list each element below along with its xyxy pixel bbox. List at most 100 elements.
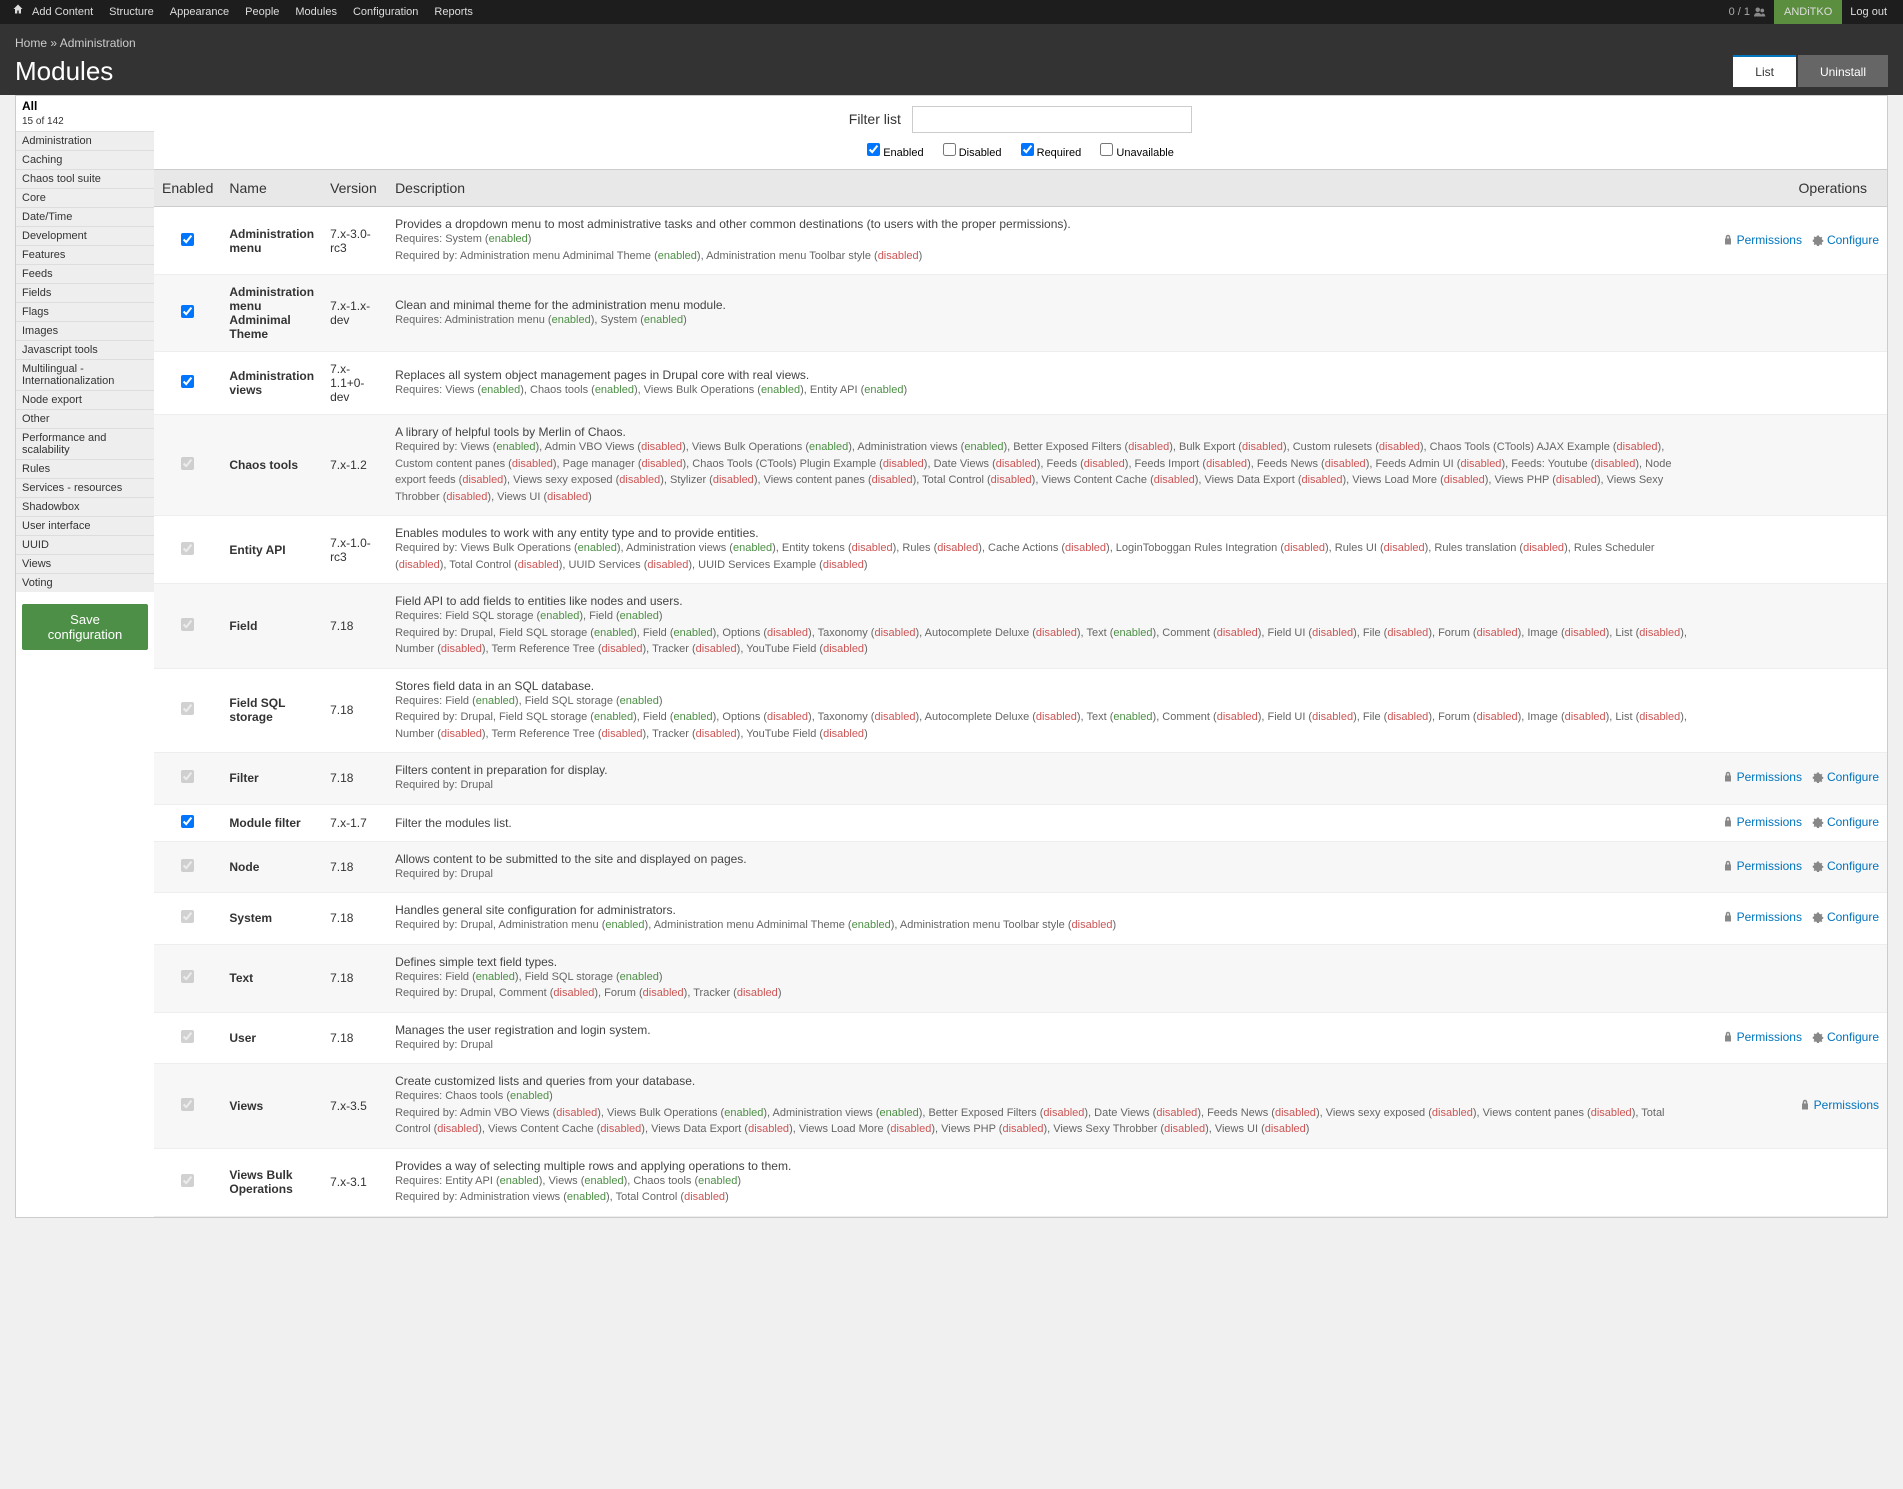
module-version: 7.18 [322, 1012, 387, 1064]
sidebar-item-views[interactable]: Views [16, 554, 154, 573]
module-version: 7.18 [322, 841, 387, 893]
configure-link[interactable]: Configure [1812, 910, 1879, 924]
module-version: 7.x-1.0-rc3 [322, 516, 387, 584]
permissions-link[interactable]: Permissions [1722, 815, 1802, 829]
filter-input[interactable] [912, 106, 1192, 133]
table-row: Chaos tools 7.x-1.2 A library of helpful… [154, 415, 1887, 516]
module-description: Handles general site configuration for a… [395, 903, 1696, 917]
sidebar-item-date-time[interactable]: Date/Time [16, 207, 154, 226]
sidebar-item-node-export[interactable]: Node export [16, 390, 154, 409]
toolbar-link-appearance[interactable]: Appearance [162, 0, 237, 24]
sidebar-count: 15 of 142 [16, 116, 154, 131]
sidebar-item-multilingual-internationalization[interactable]: Multilingual - Internationalization [16, 359, 154, 390]
cb-unavailable[interactable]: Unavailable [1100, 147, 1174, 159]
toolbar-counter: 0 / 1 [1729, 6, 1766, 18]
module-name: System [221, 893, 322, 945]
module-operations [1704, 415, 1887, 516]
toolbar-link-add-content[interactable]: Add Content [24, 0, 101, 24]
enable-checkbox [181, 1098, 194, 1111]
permissions-link[interactable]: Permissions [1722, 770, 1802, 784]
toolbar-link-reports[interactable]: Reports [426, 0, 481, 24]
module-requires: Required by: Views (enabled), Admin VBO … [395, 439, 1696, 505]
sidebar-item-services-resources[interactable]: Services - resources [16, 478, 154, 497]
module-name: Views [221, 1064, 322, 1149]
table-row: Field 7.18 Field API to add fields to en… [154, 584, 1887, 669]
table-row: Administration menu Adminimal Theme 7.x-… [154, 275, 1887, 352]
enable-checkbox[interactable] [181, 815, 194, 828]
sidebar-item-chaos-tool-suite[interactable]: Chaos tool suite [16, 169, 154, 188]
sidebar-all[interactable]: All [16, 96, 154, 116]
sidebar-item-caching[interactable]: Caching [16, 150, 154, 169]
permissions-link[interactable]: Permissions [1722, 859, 1802, 873]
sidebar-item-rules[interactable]: Rules [16, 459, 154, 478]
configure-link[interactable]: Configure [1812, 1030, 1879, 1044]
sidebar-item-administration[interactable]: Administration [16, 131, 154, 150]
toolbar-link-configuration[interactable]: Configuration [345, 0, 426, 24]
module-requires: Required by: Drupal [395, 777, 1696, 794]
sidebar-item-uuid[interactable]: UUID [16, 535, 154, 554]
enable-checkbox [181, 970, 194, 983]
module-requires: Required by: Drupal [395, 1037, 1696, 1054]
cb-required[interactable]: Required [1021, 147, 1082, 159]
th-enabled: Enabled [154, 170, 221, 207]
permissions-link[interactable]: Permissions [1722, 910, 1802, 924]
table-row: Field SQL storage 7.18 Stores field data… [154, 668, 1887, 753]
permissions-link[interactable]: Permissions [1722, 233, 1802, 247]
sidebar-item-other[interactable]: Other [16, 409, 154, 428]
configure-link[interactable]: Configure [1812, 770, 1879, 784]
module-description: Manages the user registration and login … [395, 1023, 1696, 1037]
sidebar-item-javascript-tools[interactable]: Javascript tools [16, 340, 154, 359]
tab-list[interactable]: List [1733, 55, 1796, 87]
sidebar-item-images[interactable]: Images [16, 321, 154, 340]
module-operations: Permissions [1704, 1064, 1887, 1149]
table-row: Views 7.x-3.5 Create customized lists an… [154, 1064, 1887, 1149]
enable-checkbox [181, 859, 194, 872]
sidebar-item-core[interactable]: Core [16, 188, 154, 207]
sidebar-item-performance-and-scalability[interactable]: Performance and scalability [16, 428, 154, 459]
configure-link[interactable]: Configure [1812, 233, 1879, 247]
configure-link[interactable]: Configure [1812, 815, 1879, 829]
breadcrumb-admin[interactable]: Administration [60, 36, 136, 50]
toolbar-link-structure[interactable]: Structure [101, 0, 162, 24]
sidebar-item-features[interactable]: Features [16, 245, 154, 264]
breadcrumb-home[interactable]: Home [15, 36, 47, 50]
sidebar-item-fields[interactable]: Fields [16, 283, 154, 302]
enable-checkbox[interactable] [181, 233, 194, 246]
enable-checkbox [181, 457, 194, 470]
module-description: A library of helpful tools by Merlin of … [395, 425, 1696, 439]
sidebar-item-user-interface[interactable]: User interface [16, 516, 154, 535]
sidebar-item-development[interactable]: Development [16, 226, 154, 245]
save-button[interactable]: Save configuration [22, 604, 148, 650]
module-version: 7.x-3.1 [322, 1148, 387, 1216]
sidebar: All 15 of 142 AdministrationCachingChaos… [16, 96, 154, 1217]
sidebar-item-shadowbox[interactable]: Shadowbox [16, 497, 154, 516]
cb-enabled[interactable]: Enabled [867, 147, 923, 159]
tab-uninstall[interactable]: Uninstall [1798, 55, 1888, 87]
module-description: Allows content to be submitted to the si… [395, 852, 1696, 866]
module-operations: Permissions Configure [1704, 207, 1887, 275]
module-name: Chaos tools [221, 415, 322, 516]
permissions-link[interactable]: Permissions [1799, 1098, 1879, 1112]
sidebar-item-voting[interactable]: Voting [16, 573, 154, 592]
enable-checkbox [181, 910, 194, 923]
module-name: Entity API [221, 516, 322, 584]
th-name: Name [221, 170, 322, 207]
configure-link[interactable]: Configure [1812, 859, 1879, 873]
toolbar-link-modules[interactable]: Modules [287, 0, 345, 24]
logout-link[interactable]: Log out [1842, 0, 1895, 24]
enable-checkbox[interactable] [181, 375, 194, 388]
toolbar-link-people[interactable]: People [237, 0, 287, 24]
module-description: Create customized lists and queries from… [395, 1074, 1696, 1088]
user-account-link[interactable]: ANDiTKO [1774, 0, 1842, 24]
enable-checkbox[interactable] [181, 305, 194, 318]
permissions-link[interactable]: Permissions [1722, 1030, 1802, 1044]
home-icon[interactable] [8, 0, 24, 24]
th-version: Version [322, 170, 387, 207]
module-version: 7.18 [322, 584, 387, 669]
module-operations [1704, 516, 1887, 584]
cb-disabled[interactable]: Disabled [943, 147, 1002, 159]
admin-toolbar: Add ContentStructureAppearancePeopleModu… [0, 0, 1903, 24]
sidebar-item-feeds[interactable]: Feeds [16, 264, 154, 283]
sidebar-item-flags[interactable]: Flags [16, 302, 154, 321]
module-description: Field API to add fields to entities like… [395, 594, 1696, 608]
